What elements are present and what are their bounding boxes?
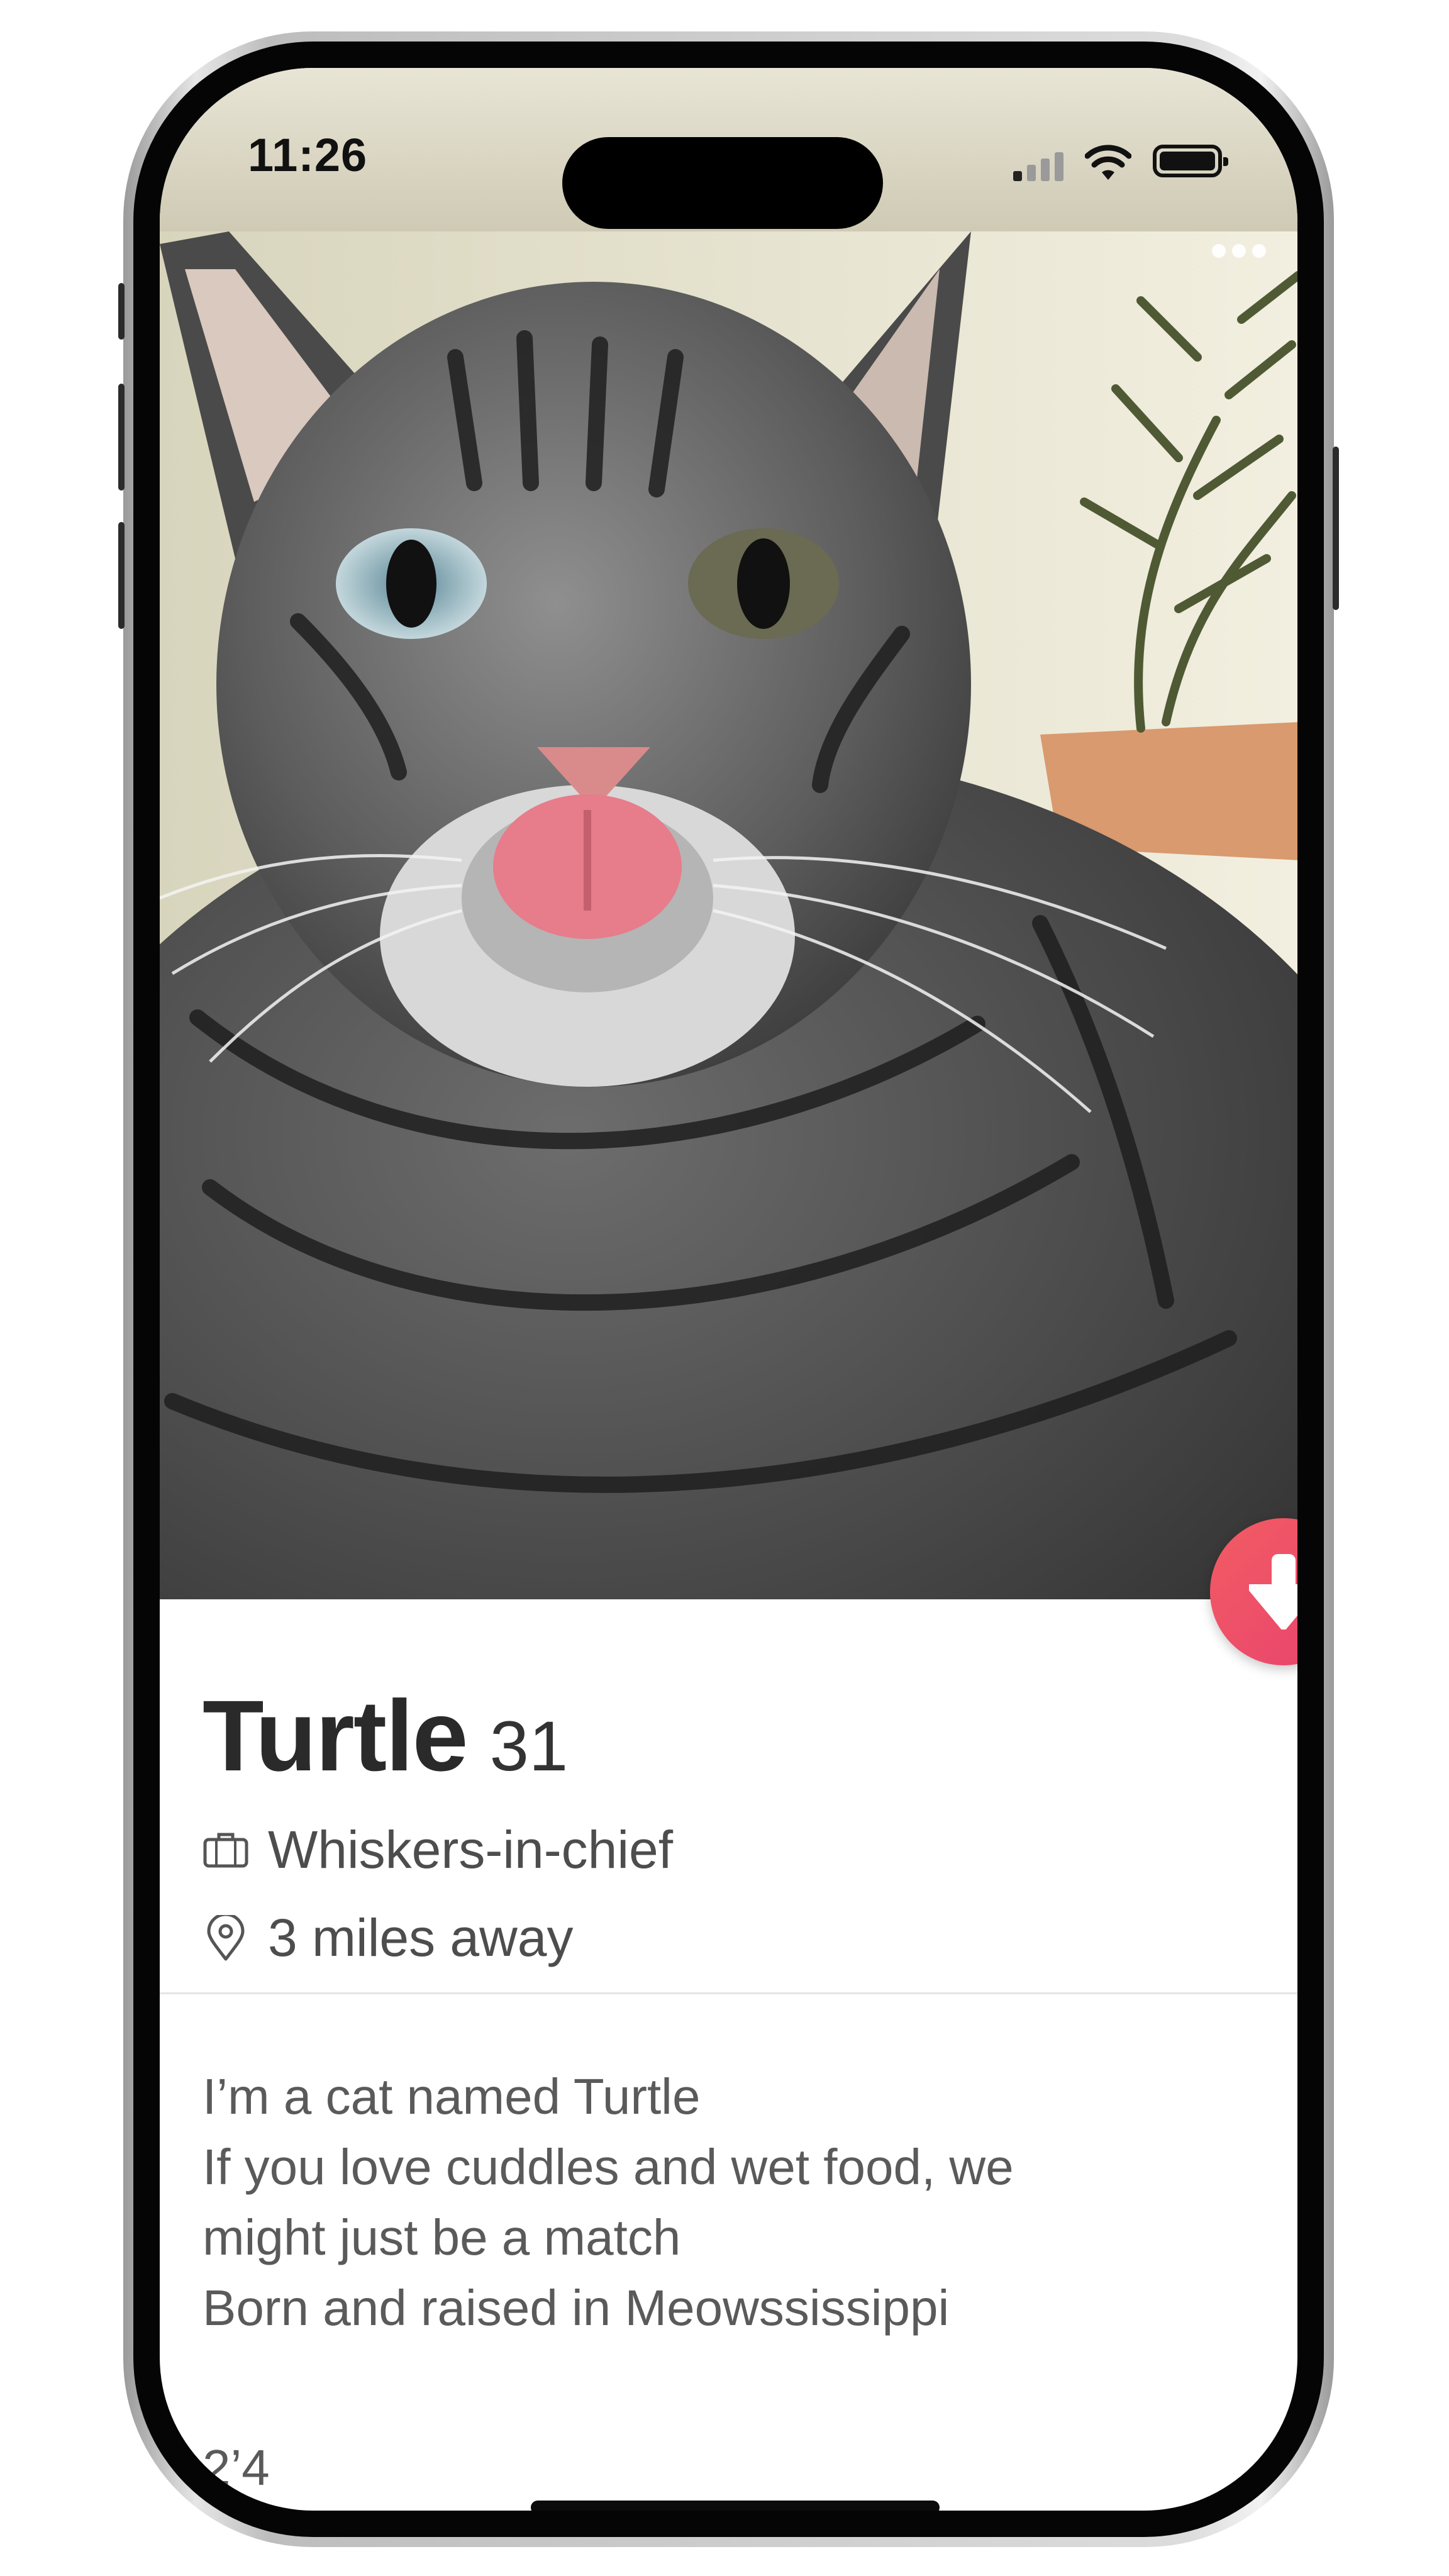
job-title: Whiskers-in-chief (268, 1820, 674, 1879)
distance-text: 3 miles away (268, 1908, 574, 1967)
more-dots-icon[interactable] (1206, 231, 1272, 270)
action-button (118, 283, 125, 340)
bio-line: Born and raised in Meowssissippi (203, 2280, 950, 2336)
arrow-down-icon (1249, 1554, 1297, 1629)
profile-photo[interactable] (160, 231, 1297, 1599)
bio-line: If you love cuddles and wet food, we (203, 2139, 1014, 2195)
location-pin-icon (207, 1914, 245, 1960)
status-time: 11:26 (248, 129, 368, 181)
phone-frame: 11:26 Turtle 31 Whiskers-in-chief 3 mile… (118, 31, 1339, 2547)
profile-header: Turtle 31 (203, 1678, 568, 1794)
briefcase-icon (203, 1833, 248, 1867)
tabby-cat-photo (160, 231, 1297, 1599)
screen: 11:26 Turtle 31 Whiskers-in-chief 3 mile… (160, 68, 1297, 2511)
bio-line: I’m a cat named Turtle (203, 2068, 701, 2124)
battery-icon (1153, 145, 1228, 177)
profile-name: Turtle (203, 1679, 469, 1792)
dynamic-island (562, 137, 883, 229)
battery-fill (1160, 152, 1215, 170)
home-indicator[interactable] (531, 2501, 940, 2511)
weight-text: 14 lb (203, 2503, 311, 2511)
cellular-signal-icon (1013, 150, 1063, 181)
wifi-icon (1085, 145, 1131, 180)
section-divider (160, 1992, 1297, 1994)
height-text: 2’4 (203, 2440, 270, 2496)
distance-row: 3 miles away (203, 1907, 574, 1968)
profile-age: 31 (489, 1707, 569, 1785)
power-button (1333, 447, 1339, 610)
volume-down-button (118, 522, 125, 629)
profile-stats: 2’4 14 lb (203, 2433, 311, 2511)
status-icons (1013, 137, 1228, 181)
device-bezel: 11:26 Turtle 31 Whiskers-in-chief 3 mile… (133, 42, 1324, 2537)
bio-line: might just be a match (203, 2209, 681, 2265)
job-row: Whiskers-in-chief (203, 1819, 673, 1880)
volume-up-button (118, 384, 125, 491)
bio-text: I’m a cat named Turtle If you love cuddl… (203, 2062, 1234, 2343)
